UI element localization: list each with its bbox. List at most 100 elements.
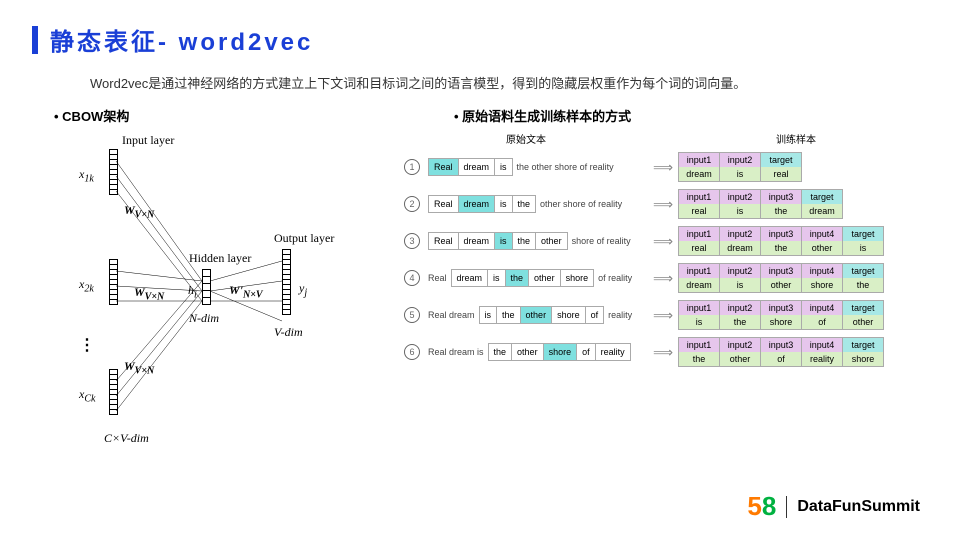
input-value: dream xyxy=(679,278,720,292)
input-value: shore xyxy=(761,315,802,329)
ndim-label: N-dim xyxy=(189,311,219,326)
title-accent xyxy=(32,26,38,54)
input-header: input3 xyxy=(761,301,802,315)
source-text: Realdreamis the other shore of reality xyxy=(428,158,648,176)
input-value: is xyxy=(720,204,761,218)
context-token: is xyxy=(495,196,513,212)
wprime-label: W'N×V xyxy=(229,283,263,300)
context-token: is xyxy=(495,233,513,249)
input-value: is xyxy=(679,315,720,329)
target-header: target xyxy=(843,301,883,315)
context-token: the xyxy=(497,307,521,323)
sample-row: 3Realdreamistheothershore of reality⟹inp… xyxy=(404,225,936,257)
input-header: input2 xyxy=(720,153,761,167)
pre-context: Real dream is xyxy=(428,347,484,357)
context-token: Real xyxy=(429,159,459,175)
yj-label: yj xyxy=(299,281,307,298)
target-value: dream xyxy=(802,204,842,218)
context-token: is xyxy=(480,307,498,323)
context-window: Realdreamis xyxy=(428,158,513,176)
brand-text: DataFunSummit xyxy=(797,498,920,516)
input-value: reality xyxy=(802,352,843,366)
hidden-layer-label: Hidden layer xyxy=(189,251,251,266)
context-token: dream xyxy=(459,196,496,212)
arrow-icon: ⟹ xyxy=(648,159,678,176)
context-window: Realdreamisthe xyxy=(428,195,536,213)
input-layer-label: Input layer xyxy=(122,133,174,148)
context-token: is xyxy=(488,270,506,286)
cbow-diagram: Input layer x1k x2k xCk ⋮ WV×N WV×N WV×N… xyxy=(24,131,384,481)
x2-label: x2k xyxy=(79,277,94,294)
context-token: the xyxy=(506,270,530,286)
context-token: the xyxy=(513,196,536,212)
row-number: 6 xyxy=(404,344,420,360)
pre-context: Real dream xyxy=(428,310,475,320)
target-value: real xyxy=(761,167,801,181)
arrow-icon: ⟹ xyxy=(648,270,678,287)
context-token: other xyxy=(536,233,567,249)
target-value: is xyxy=(843,241,883,255)
input-header: input4 xyxy=(802,301,843,315)
input-value: the xyxy=(720,315,761,329)
target-header: target xyxy=(761,153,801,167)
input-header: input2 xyxy=(720,301,761,315)
post-context: of reality xyxy=(598,273,632,283)
input-header: input2 xyxy=(720,338,761,352)
input-value: the xyxy=(761,204,802,218)
context-token: Real xyxy=(429,233,459,249)
train-sample: input1input2input3input4targetrealdreamt… xyxy=(678,226,884,256)
context-token: other xyxy=(512,344,544,360)
target-header: target xyxy=(843,338,883,352)
row-number: 1 xyxy=(404,159,420,175)
post-context: other shore of reality xyxy=(540,199,622,209)
input-header: input2 xyxy=(720,264,761,278)
x1-label: x1k xyxy=(79,167,94,184)
target-value: the xyxy=(843,278,883,292)
target-header: target xyxy=(802,190,842,204)
context-token: the xyxy=(513,233,537,249)
context-token: is xyxy=(495,159,512,175)
arrow-icon: ⟹ xyxy=(648,307,678,324)
hidden-vec xyxy=(202,269,211,305)
logo-58: 58 xyxy=(747,491,776,522)
input-value: of xyxy=(802,315,843,329)
context-token: Real xyxy=(429,196,459,212)
input-value: real xyxy=(679,204,720,218)
input-header: input2 xyxy=(720,227,761,241)
hi-label: hi xyxy=(188,283,197,300)
source-text: Realdreamisthe other shore of reality xyxy=(428,195,648,213)
input-header: input3 xyxy=(761,190,802,204)
src-text-header: 原始文本 xyxy=(426,131,626,146)
input-value: other xyxy=(802,241,843,255)
context-token: reality xyxy=(596,344,630,360)
source-text: Real dream is theothershoreofreality xyxy=(428,343,648,361)
post-context: reality xyxy=(608,310,632,320)
context-token: other xyxy=(521,307,553,323)
input-header: input1 xyxy=(679,338,720,352)
context-token: of xyxy=(586,307,604,323)
context-token: shore xyxy=(561,270,594,286)
column-headers: 原始文本 训练样本 xyxy=(404,131,936,146)
sample-row: 6Real dream istheothershoreofreality⟹inp… xyxy=(404,336,936,368)
input-header: input3 xyxy=(761,264,802,278)
input-header: input4 xyxy=(802,338,843,352)
input-value: other xyxy=(761,278,802,292)
context-window: Realdreamistheother xyxy=(428,232,568,250)
input-value: is xyxy=(720,278,761,292)
context-token: the xyxy=(489,344,513,360)
source-text: Real dream istheothershoreofreality xyxy=(428,306,648,324)
target-header: target xyxy=(843,264,883,278)
arrow-icon: ⟹ xyxy=(648,196,678,213)
context-token: of xyxy=(577,344,596,360)
post-context: the other shore of reality xyxy=(517,162,614,172)
output-vec xyxy=(282,249,291,315)
w1-label: WV×N xyxy=(124,203,154,220)
train-sample: input1input2input3input4targetistheshore… xyxy=(678,300,884,330)
input-header: input1 xyxy=(679,264,720,278)
input-header: input4 xyxy=(802,264,843,278)
context-window: istheothershoreof xyxy=(479,306,605,324)
context-token: dream xyxy=(459,159,496,175)
input-vec-c xyxy=(109,369,118,415)
input-value: of xyxy=(761,352,802,366)
context-window: theothershoreofreality xyxy=(488,343,631,361)
